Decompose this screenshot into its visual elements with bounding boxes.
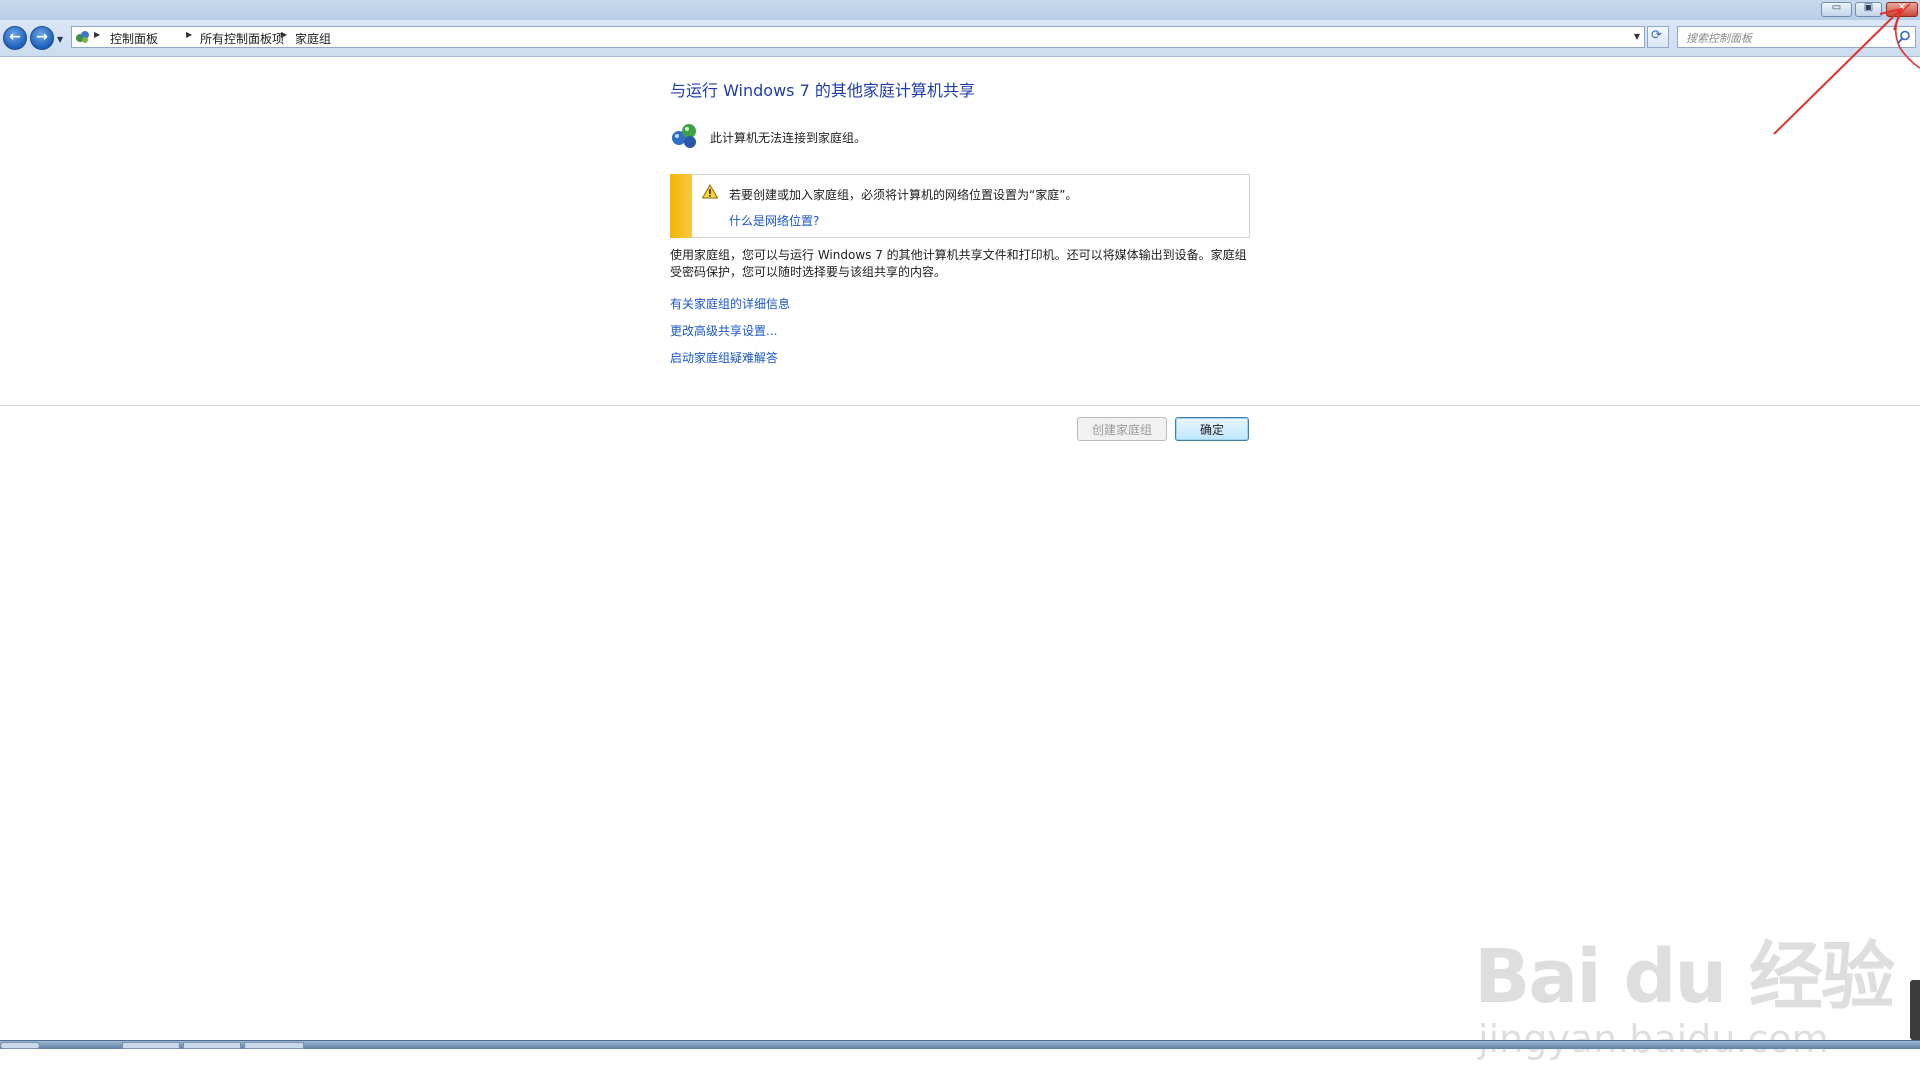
- address-bar[interactable]: ▶ 控制面板 ▶ 所有控制面板项 ▶ 家庭组 ▼: [71, 26, 1645, 48]
- side-tab: [1910, 980, 1920, 1040]
- back-arrow-icon: ←: [9, 29, 21, 45]
- troubleshoot-link[interactable]: 启动家庭组疑难解答: [670, 349, 778, 366]
- homegroup-description: 使用家庭组，您可以与运行 Windows 7 的其他计算机共享文件和打印机。还可…: [670, 248, 1247, 279]
- homegroup-icon: [672, 124, 696, 148]
- address-dropdown-icon[interactable]: ▼: [1634, 32, 1640, 41]
- footer-divider: [0, 405, 1920, 406]
- breadcrumb-separator[interactable]: ▶: [186, 30, 192, 39]
- title-bar: ▭ ▣ ✕: [0, 0, 1920, 20]
- ok-button[interactable]: 确定: [1175, 417, 1249, 441]
- refresh-icon: ⟳: [1651, 28, 1662, 43]
- warning-message: 若要创建或加入家庭组，必须将计算机的网络位置设置为“家庭”。: [729, 188, 1078, 202]
- back-button[interactable]: ←: [3, 26, 27, 50]
- advanced-sharing-link[interactable]: 更改高级共享设置...: [670, 322, 777, 339]
- warning-panel: 若要创建或加入家庭组，必须将计算机的网络位置设置为“家庭”。 什么是网络位置?: [670, 174, 1250, 238]
- forward-button[interactable]: →: [30, 26, 54, 50]
- watermark-url: jingyan.baidu.com: [1478, 1017, 1829, 1061]
- refresh-button[interactable]: ⟳: [1647, 26, 1669, 48]
- breadcrumb-all-items[interactable]: 所有控制面板项: [200, 30, 284, 47]
- breadcrumb-control-panel[interactable]: 控制面板: [110, 30, 158, 47]
- control-panel-icon: [76, 31, 89, 43]
- navigation-bar: ← → ▼ ▶ 控制面板 ▶ 所有控制面板项 ▶ 家庭组 ▼ ⟳: [0, 20, 1920, 57]
- homegroup-info-link[interactable]: 有关家庭组的详细信息: [670, 295, 790, 312]
- breadcrumb-separator[interactable]: ▶: [281, 30, 287, 39]
- annotation-arrow-icon: [1773, 3, 1920, 135]
- warning-strip: [670, 174, 692, 238]
- breadcrumb-separator[interactable]: ▶: [94, 30, 100, 39]
- warning-icon: [702, 184, 718, 199]
- page-title: 与运行 Windows 7 的其他家庭计算机共享: [670, 81, 975, 100]
- network-location-link[interactable]: 什么是网络位置?: [729, 212, 819, 229]
- forward-arrow-icon: →: [36, 29, 48, 45]
- recent-pages-dropdown[interactable]: ▼: [57, 35, 63, 44]
- status-message: 此计算机无法连接到家庭组。: [710, 131, 867, 145]
- breadcrumb-homegroup[interactable]: 家庭组: [295, 30, 331, 47]
- watermark-brand: Bai du 经验: [1474, 934, 1895, 1020]
- create-homegroup-button[interactable]: 创建家庭组: [1077, 417, 1167, 441]
- main-content: 与运行 Windows 7 的其他家庭计算机共享 此计算机无法连接到家庭组。 若…: [0, 57, 1920, 1061]
